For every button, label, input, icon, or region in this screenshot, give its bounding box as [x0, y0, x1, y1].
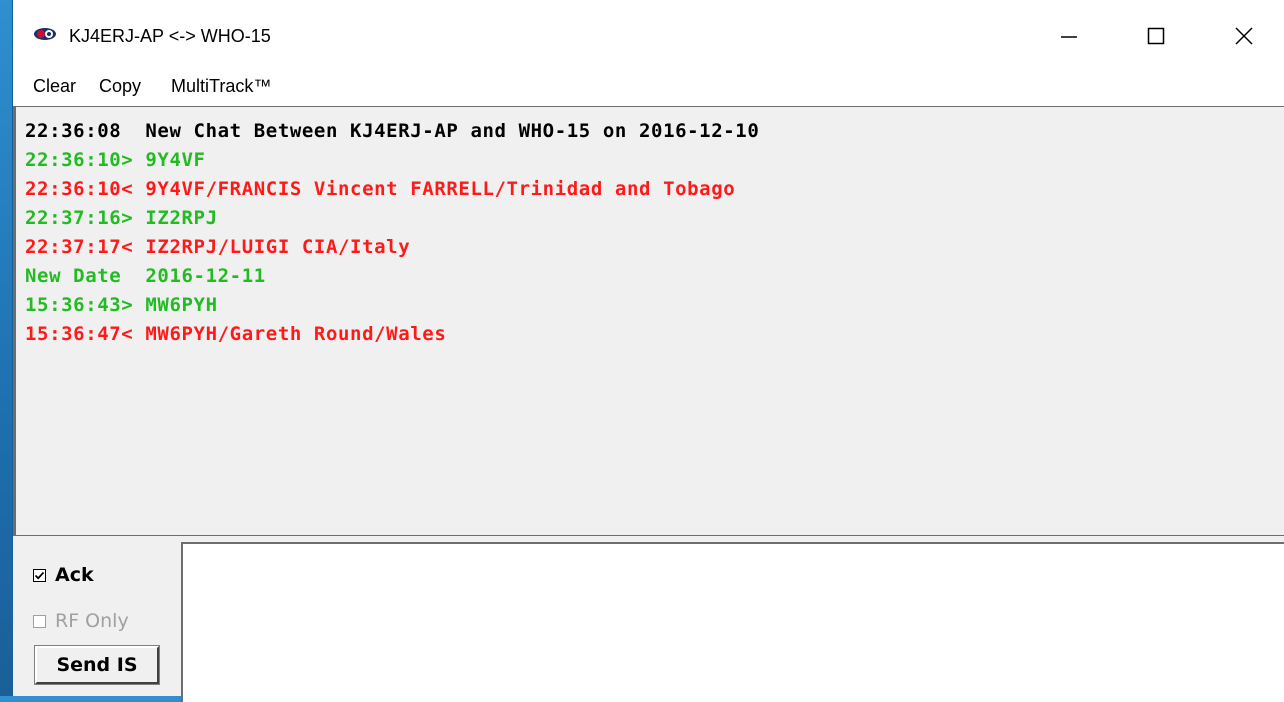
- checkmark-icon: [34, 571, 45, 579]
- ack-checkbox-box[interactable]: [33, 568, 46, 582]
- log-line: 15:36:43> MW6PYH: [25, 294, 218, 316]
- log-line: 22:36:10> 9Y4VF: [25, 149, 206, 171]
- close-button[interactable]: [1221, 14, 1267, 58]
- window-title: KJ4ERJ-AP <-> WHO-15: [69, 26, 271, 46]
- log-line: New Date 2016-12-11: [25, 265, 266, 287]
- menu-clear[interactable]: Clear: [33, 76, 76, 97]
- title-bar[interactable]: KJ4ERJ-AP <-> WHO-15: [13, 0, 1284, 70]
- log-line: 22:37:16> IZ2RPJ: [25, 207, 218, 229]
- rf-only-checkbox[interactable]: RF Only: [33, 610, 129, 632]
- log-line: 22:36:08 New Chat Between KJ4ERJ-AP and …: [25, 120, 760, 142]
- bottom-panel: Ack RF Only Send IS: [13, 536, 1284, 702]
- menu-bar: Clear Copy MultiTrack™: [13, 70, 1284, 107]
- minimize-button[interactable]: [1046, 14, 1092, 58]
- chat-log[interactable]: 22:36:08 New Chat Between KJ4ERJ-AP and …: [13, 106, 1284, 536]
- ack-label: Ack: [55, 564, 94, 586]
- log-line: 15:36:47< MW6PYH/Gareth Round/Wales: [25, 323, 447, 345]
- maximize-button[interactable]: [1133, 14, 1179, 58]
- rf-only-checkbox-box[interactable]: [33, 614, 46, 628]
- menu-multitrack[interactable]: MultiTrack™: [171, 76, 271, 97]
- maximize-icon: [1147, 27, 1165, 45]
- send-is-button[interactable]: Send IS: [34, 645, 160, 685]
- log-line: 22:37:17< IZ2RPJ/LUIGI CIA/Italy: [25, 236, 411, 258]
- rf-only-label: RF Only: [55, 610, 129, 632]
- message-input[interactable]: [181, 542, 1284, 702]
- close-icon: [1235, 27, 1253, 45]
- minimize-icon: [1061, 36, 1077, 38]
- ack-checkbox[interactable]: Ack: [33, 564, 94, 586]
- menu-copy[interactable]: Copy: [99, 76, 141, 97]
- log-line: 22:36:10< 9Y4VF/FRANCIS Vincent FARRELL/…: [25, 178, 736, 200]
- app-icon: [34, 28, 56, 40]
- chat-window: KJ4ERJ-AP <-> WHO-15 Clear Copy MultiTra…: [12, 0, 1284, 702]
